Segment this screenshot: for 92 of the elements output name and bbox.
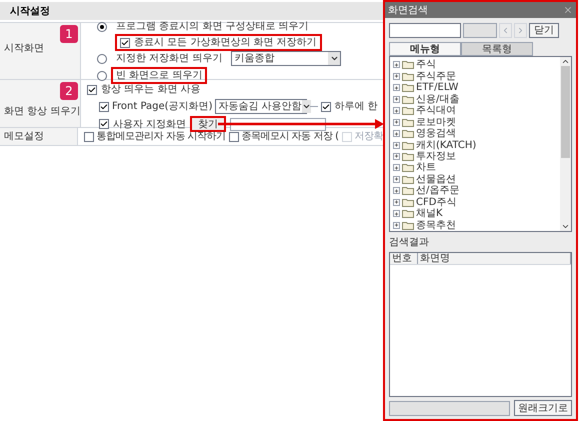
expand-icon[interactable]: [393, 84, 400, 92]
result-field[interactable]: [463, 23, 497, 38]
folder-icon: [402, 209, 414, 218]
option-label: 빈 화면으로 띄우기: [116, 70, 202, 81]
close-icon[interactable]: [563, 5, 573, 15]
tree-item[interactable]: 투자정보: [416, 150, 456, 162]
expand-icon[interactable]: [393, 198, 400, 206]
dropdown[interactable]: 키움종합: [231, 51, 342, 66]
folder-icon: [402, 152, 414, 161]
tree-item[interactable]: 주식: [416, 59, 436, 70]
folder-icon: [402, 118, 414, 127]
restore-size-button[interactable]: 원래크기로: [514, 400, 572, 416]
row-label: 화면 항상 띄우기: [3, 105, 80, 119]
dialog-title: 화면검색: [388, 4, 428, 18]
tab[interactable]: 목록형: [461, 42, 533, 56]
chevron-right-icon: [516, 26, 525, 35]
tree-item[interactable]: 종목추천: [416, 220, 456, 231]
expand-icon[interactable]: [393, 164, 400, 172]
caret-icon: [330, 54, 339, 63]
option-label: 통합메모관리자 자동 시작하기: [96, 130, 226, 144]
step-badge: 2: [60, 82, 78, 100]
close-button[interactable]: 닫기: [529, 23, 559, 38]
expand-icon[interactable]: [393, 107, 400, 114]
expand-icon[interactable]: [393, 187, 400, 194]
checkbox[interactable]: [99, 119, 109, 129]
folder-icon: [402, 174, 414, 184]
tree-item[interactable]: 신용/대출: [416, 94, 460, 105]
folder-icon: [402, 198, 414, 207]
tree-item[interactable]: 영웅검색: [416, 128, 456, 140]
chevron-left-icon: [501, 26, 510, 35]
radio-button[interactable]: [97, 22, 107, 32]
expand-icon[interactable]: [393, 96, 400, 103]
option-label: 종목메모시 자동 저장 (: [242, 130, 338, 144]
folder-icon: [402, 83, 414, 92]
option-label: 사용자 지정화면: [113, 118, 186, 132]
option-label: 프로그램 종료시의 화면 구성상태로 띄우기: [116, 21, 309, 32]
search-field[interactable]: [389, 23, 461, 38]
folder-icon: [402, 163, 414, 172]
tab[interactable]: 메뉴형: [389, 42, 461, 56]
scroll-up-icon[interactable]: [561, 57, 570, 66]
folder-icon: [402, 129, 414, 138]
tree-item[interactable]: ETF/ELW: [416, 82, 458, 94]
row-label: 메모설정: [3, 130, 45, 144]
checkbox[interactable]: [84, 132, 94, 142]
tree-item[interactable]: CFD주식: [416, 196, 456, 208]
tree-item[interactable]: 캐치(KATCH): [416, 140, 476, 151]
expand-icon[interactable]: [393, 222, 400, 229]
column-header[interactable]: 번호: [390, 253, 418, 264]
folder-icon: [402, 220, 414, 230]
option-label: 항상 띄우는 화면 사용: [101, 83, 201, 97]
checkbox[interactable]: [99, 102, 109, 112]
folder-icon: [402, 140, 414, 150]
find-button[interactable]: 찾기: [190, 116, 226, 132]
option-label: 하루에 한: [334, 100, 378, 114]
results-label: 검색결과: [388, 236, 430, 250]
tree-item[interactable]: 채널K: [416, 208, 443, 220]
expand-icon[interactable]: [393, 152, 400, 160]
option-label: 지정한 저장화면 띄우기: [116, 53, 222, 64]
column-header[interactable]: 화면명: [418, 253, 571, 264]
expand-icon[interactable]: [393, 72, 400, 80]
radio-button[interactable]: [97, 54, 107, 64]
option-label: 종료시 모든 가상화면상의 화면 저장하기: [134, 37, 317, 48]
expand-icon[interactable]: [393, 176, 400, 183]
option-label: 저장확: [354, 130, 383, 144]
tree-item[interactable]: 선물옵션: [416, 174, 456, 185]
step-badge: 1: [60, 25, 78, 43]
folder-icon: [402, 72, 414, 81]
scrollbar[interactable]: [560, 57, 571, 231]
tree-item[interactable]: 선/옵주문: [416, 185, 460, 196]
expand-icon[interactable]: [393, 118, 400, 126]
expand-icon[interactable]: [393, 130, 400, 138]
expand-icon[interactable]: [393, 142, 400, 149]
checkbox[interactable]: [321, 102, 332, 112]
caret-icon: [302, 102, 311, 111]
folder-icon: [402, 60, 414, 70]
expand-icon[interactable]: [393, 61, 400, 68]
checkbox[interactable]: [120, 38, 130, 48]
section-header: 시작설정: [0, 2, 383, 20]
radio-button[interactable]: [97, 70, 107, 80]
row-label: 시작화면: [3, 42, 45, 56]
scroll-down-icon[interactable]: [561, 222, 570, 231]
folder-icon: [402, 94, 414, 104]
tree-item[interactable]: 주식대여: [416, 105, 456, 116]
tree-item[interactable]: 차트: [416, 162, 436, 174]
tree-item[interactable]: 로보마켓: [416, 116, 456, 128]
folder-icon: [402, 186, 414, 196]
expand-icon[interactable]: [393, 210, 400, 218]
tree-item[interactable]: 주식주문: [416, 70, 456, 82]
option-label: Front Page(공지화면): [112, 100, 212, 114]
folder-icon: [402, 106, 414, 116]
checkbox[interactable]: [87, 84, 97, 94]
checkbox[interactable]: [228, 132, 239, 142]
